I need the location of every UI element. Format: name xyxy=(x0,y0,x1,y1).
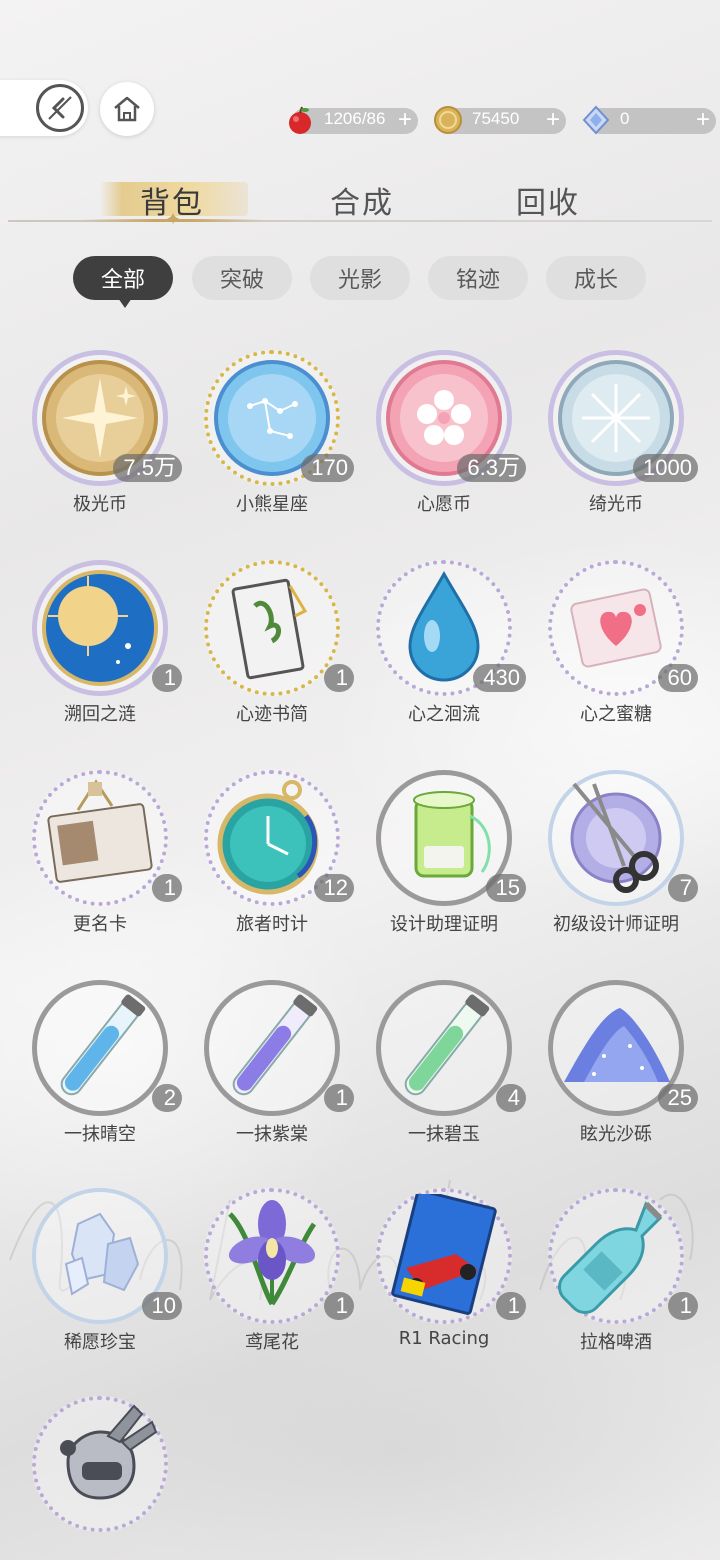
home-button[interactable] xyxy=(100,82,154,136)
item-name: 稀愿珍宝 xyxy=(64,1332,136,1353)
diamond-add-button[interactable]: + xyxy=(696,106,710,134)
item-name: 极光币 xyxy=(73,494,127,515)
item-radiance-coin[interactable]: 1000 绮光币 xyxy=(530,350,700,550)
item-green-vial[interactable]: 4 一抹碧玉 xyxy=(358,980,528,1180)
item-name: 心之蜜糖 xyxy=(580,704,652,725)
diamond-gem-icon xyxy=(580,104,612,136)
item-glitter-sand[interactable]: 25 眩光沙砾 xyxy=(530,980,700,1180)
item-count: 170 xyxy=(301,454,354,482)
item-count: 7 xyxy=(668,874,698,902)
tab-star-icon: ✦ xyxy=(165,209,181,230)
item-name: 设计助理证明 xyxy=(390,914,498,935)
item-name: 绮光币 xyxy=(589,494,643,515)
item-count: 6.3万 xyxy=(457,454,526,482)
item-letter-card[interactable]: 1 心迹书简 xyxy=(186,560,356,760)
filter-light-shadow[interactable]: 光影 xyxy=(310,256,410,300)
item-count: 25 xyxy=(657,1084,698,1112)
gold-counter[interactable]: 75450 + xyxy=(434,106,566,134)
racing-magazine-icon xyxy=(391,1194,497,1315)
item-name: 鸢尾花 xyxy=(245,1332,299,1353)
item-count: 10 xyxy=(141,1292,182,1320)
filter-breakthrough[interactable]: 突破 xyxy=(192,256,292,300)
diamond-value: 0 xyxy=(620,109,630,128)
filter-all[interactable]: 全部 xyxy=(73,256,173,300)
item-name: 一抹晴空 xyxy=(64,1124,136,1145)
item-crystal[interactable]: 10 稀愿珍宝 xyxy=(14,1188,184,1388)
item-name: 旅者时计 xyxy=(236,914,308,935)
item-name: 一抹紫棠 xyxy=(236,1124,308,1145)
item-count: 1 xyxy=(152,874,182,902)
filter-growth[interactable]: 成长 xyxy=(546,256,646,300)
item-name: R1 Racing xyxy=(398,1328,490,1349)
filter-imprint[interactable]: 铭迹 xyxy=(428,256,528,300)
back-button[interactable] xyxy=(36,84,84,132)
item-count: 430 xyxy=(473,664,526,692)
purple-vial-icon xyxy=(232,994,318,1096)
item-count: 1 xyxy=(324,664,354,692)
item-count: 1 xyxy=(324,1292,354,1320)
home-icon xyxy=(114,96,140,122)
item-candy[interactable]: 60 心之蜜糖 xyxy=(530,560,700,760)
apple-stamina-icon xyxy=(284,104,316,136)
stamina-value: 1206/86 xyxy=(324,109,386,128)
item-count: 1000 xyxy=(633,454,698,482)
item-celestial-orb[interactable]: 1 溯回之涟 xyxy=(14,560,184,760)
item-racing-magazine[interactable]: 1 R1 Racing xyxy=(358,1188,528,1388)
item-count: 12 xyxy=(313,874,354,902)
item-name: 小熊星座 xyxy=(236,494,308,515)
robot-figure-icon xyxy=(60,1404,158,1500)
item-name: 心迹书简 xyxy=(236,704,308,725)
stamina-add-button[interactable]: + xyxy=(398,106,412,134)
item-beer-bottle[interactable]: 1 拉格啤酒 xyxy=(530,1188,700,1388)
item-count: 60 xyxy=(657,664,698,692)
item-name: 溯回之涟 xyxy=(64,704,136,725)
item-count: 1 xyxy=(496,1292,526,1320)
item-purple-vial[interactable]: 1 一抹紫棠 xyxy=(186,980,356,1180)
item-name: 眩光沙砾 xyxy=(580,1124,652,1145)
item-thread-spool[interactable]: 15 设计助理证明 xyxy=(358,770,528,970)
stamina-counter[interactable]: 1206/86 + xyxy=(289,106,418,134)
item-count: 1 xyxy=(668,1292,698,1320)
iris-flower-icon xyxy=(228,1200,317,1306)
item-wish-coin[interactable]: 6.3万 心愿币 xyxy=(358,350,528,550)
item-name: 拉格啤酒 xyxy=(580,1332,652,1353)
item-name: 更名卡 xyxy=(73,914,127,935)
item-count: 15 xyxy=(485,874,526,902)
filter-caret-icon xyxy=(118,298,132,308)
item-iris-flower[interactable]: 1 鸢尾花 xyxy=(186,1188,356,1388)
blue-vial-icon xyxy=(60,994,146,1096)
item-aurora-coin[interactable]: 7.5万 极光币 xyxy=(14,350,184,550)
diamond-counter[interactable]: 0 + xyxy=(582,105,716,135)
tab-recycle[interactable]: 回收 xyxy=(516,178,580,222)
item-blue-vial[interactable]: 2 一抹晴空 xyxy=(14,980,184,1180)
item-count: 4 xyxy=(496,1084,526,1112)
beer-bottle-icon xyxy=(558,1201,663,1314)
gold-add-button[interactable]: + xyxy=(546,106,560,134)
green-vial-icon xyxy=(404,994,490,1096)
item-scissors[interactable]: 7 初级设计师证明 xyxy=(530,770,700,970)
gold-coin-icon xyxy=(432,104,464,136)
letter-card-icon xyxy=(231,578,308,680)
item-water-drop[interactable]: 430 心之洄流 xyxy=(358,560,528,760)
back-arrow-icon xyxy=(48,96,72,120)
item-pocket-watch[interactable]: 12 旅者时计 xyxy=(186,770,356,970)
item-name: 初级设计师证明 xyxy=(553,914,679,935)
rename-card-icon xyxy=(47,779,153,883)
celestial-orb-icon xyxy=(42,570,158,686)
item-name: 心之洄流 xyxy=(408,704,480,725)
item-count: 1 xyxy=(152,664,182,692)
tab-synthesis[interactable]: 合成 xyxy=(330,178,394,222)
item-count: 1 xyxy=(324,1084,354,1112)
item-ursa-minor[interactable]: 170 小熊星座 xyxy=(186,350,356,550)
item-rename-card[interactable]: 1 更名卡 xyxy=(14,770,184,970)
item-count: 2 xyxy=(152,1084,182,1112)
item-robot-figure[interactable] xyxy=(14,1396,184,1560)
item-name: 一抹碧玉 xyxy=(408,1124,480,1145)
gold-value: 75450 xyxy=(472,109,520,128)
item-name: 心愿币 xyxy=(417,494,471,515)
item-count: 7.5万 xyxy=(113,454,182,482)
scissors-icon xyxy=(570,782,662,893)
